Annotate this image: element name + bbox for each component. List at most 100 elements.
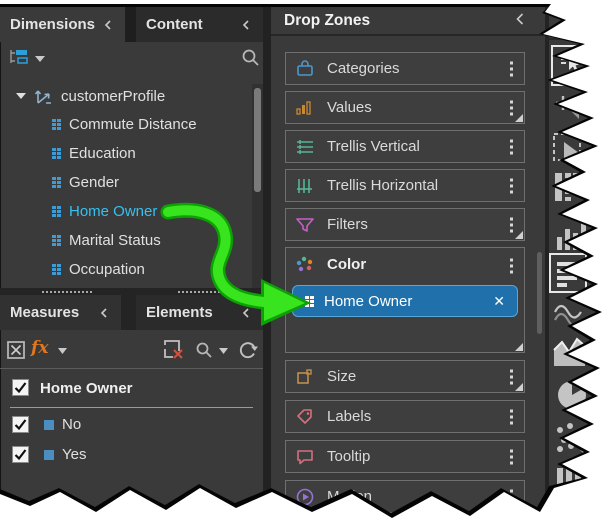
divider <box>545 38 612 40</box>
value-label-yes: Yes <box>62 446 86 463</box>
add-icon[interactable] <box>554 94 580 120</box>
collapse-icon[interactable] <box>99 308 109 318</box>
dimension-axis-icon <box>34 87 53 105</box>
field-grid-icon <box>52 148 61 159</box>
drop-zone-tooltip[interactable]: Tooltip <box>285 440 525 473</box>
checkbox-no[interactable] <box>12 416 29 433</box>
check-icon <box>13 417 28 432</box>
tab-elements[interactable]: Elements <box>136 295 263 330</box>
checkbox-home-owner[interactable] <box>12 379 29 396</box>
drop-zone-filters[interactable]: Filters <box>285 208 525 241</box>
tree-item-label: Marital Status <box>69 232 161 249</box>
kebab-menu-icon[interactable] <box>510 259 513 274</box>
trellis-horizontal-icon <box>295 176 315 196</box>
drop-zone-labels[interactable]: Labels <box>285 400 525 433</box>
labels-icon <box>295 407 315 427</box>
screenshot: Dimensions Content customerProfile <box>0 0 612 532</box>
drop-zone-label: Color <box>327 256 366 273</box>
kebab-menu-icon[interactable] <box>510 61 513 76</box>
app-window: Dimensions Content customerProfile <box>0 0 612 532</box>
collapse-icon[interactable] <box>241 308 251 318</box>
field-grid-icon <box>52 177 61 188</box>
drop-zone-label: Categories <box>327 60 400 77</box>
tree-node-root[interactable]: customerProfile <box>16 84 165 108</box>
caret-down-icon[interactable] <box>219 348 228 354</box>
expand-corner-icon[interactable] <box>515 231 523 239</box>
drop-zone-label: Size <box>327 368 356 385</box>
tab-dimensions[interactable]: Dimensions <box>0 7 125 42</box>
expand-corner-icon[interactable] <box>515 343 523 351</box>
check-icon <box>13 447 28 462</box>
perforation-mark <box>42 291 92 293</box>
drop-zone-trellis-horizontal[interactable]: Trellis Horizontal <box>285 169 525 202</box>
tab-content[interactable]: Content <box>136 7 263 42</box>
collapse-icon[interactable] <box>515 13 525 25</box>
drop-zone-label: Trellis Vertical <box>327 138 420 155</box>
kebab-menu-icon[interactable] <box>510 369 513 384</box>
drop-zone-label: Labels <box>327 408 371 425</box>
tree-root-label: customerProfile <box>61 88 165 105</box>
caret-down-icon[interactable] <box>35 56 45 62</box>
collapse-icon[interactable] <box>103 20 113 30</box>
field-grid-icon <box>305 296 314 307</box>
caret-down-icon[interactable] <box>58 348 67 354</box>
expand-corner-icon[interactable] <box>515 383 523 391</box>
tree-item-label: Occupation <box>69 261 145 278</box>
tab-measures[interactable]: Measures <box>0 295 121 330</box>
collapse-icon[interactable] <box>241 20 251 30</box>
perforation-mark <box>380 2 428 4</box>
tree-item-marital-status[interactable]: Marital Status <box>52 228 161 252</box>
values-icon <box>295 98 315 118</box>
drop-zone-trellis-vertical[interactable]: Trellis Vertical <box>285 130 525 163</box>
expand-corner-icon[interactable] <box>515 114 523 122</box>
drop-zones-scrollbar-thumb[interactable] <box>537 252 542 334</box>
size-icon <box>295 367 315 387</box>
tab-dimensions-label: Dimensions <box>10 16 95 33</box>
kebab-menu-icon[interactable] <box>510 217 513 232</box>
kebab-menu-icon[interactable] <box>510 449 513 464</box>
expand-caret-icon[interactable] <box>16 93 26 99</box>
chip-remove-icon[interactable]: ✕ <box>493 293 505 310</box>
tree-item-label: Home Owner <box>69 203 157 220</box>
kebab-menu-icon[interactable] <box>510 178 513 193</box>
checkbox-yes[interactable] <box>12 446 29 463</box>
fx-icon[interactable]: fx <box>31 338 48 358</box>
marquee-select-icon[interactable] <box>552 132 584 166</box>
tree-item-education[interactable]: Education <box>52 141 136 165</box>
perforation-mark <box>40 2 80 4</box>
field-grid-icon <box>52 235 61 246</box>
tab-elements-label: Elements <box>146 304 213 321</box>
value-color-swatch <box>44 450 54 460</box>
tree-scrollbar-thumb[interactable] <box>254 88 261 192</box>
kebab-menu-icon[interactable] <box>510 100 513 115</box>
drop-zone-size[interactable]: Size <box>285 360 525 393</box>
kebab-menu-icon[interactable] <box>510 139 513 154</box>
select-all-icon[interactable] <box>7 341 25 359</box>
tree-item-gender[interactable]: Gender <box>52 170 119 194</box>
refresh-icon[interactable] <box>238 340 258 360</box>
search-icon[interactable] <box>195 341 213 359</box>
panel-divider <box>263 4 271 532</box>
tree-item-commute-distance[interactable]: Commute Distance <box>52 112 197 136</box>
chip-label: Home Owner <box>324 293 493 310</box>
divider <box>0 368 263 369</box>
kebab-menu-icon[interactable] <box>510 409 513 424</box>
drop-zone-values[interactable]: Values <box>285 91 525 124</box>
color-icon <box>295 255 315 275</box>
tree-item-label: Education <box>69 145 136 162</box>
tree-item-home-owner[interactable]: Home Owner <box>52 199 157 223</box>
hierarchy-icon[interactable] <box>9 49 29 66</box>
color-chip-home-owner[interactable]: Home Owner ✕ <box>292 285 518 317</box>
tab-content-label: Content <box>146 16 203 33</box>
filters-icon <box>295 215 315 235</box>
drop-zone-label: Tooltip <box>327 448 370 465</box>
value-color-swatch <box>44 420 54 430</box>
field-grid-icon <box>52 264 61 275</box>
drop-zone-label: Filters <box>327 216 368 233</box>
drop-zone-categories[interactable]: Categories <box>285 52 525 85</box>
info-icon[interactable] <box>566 9 590 33</box>
field-grid-icon <box>52 119 61 130</box>
tree-item-occupation[interactable]: Occupation <box>52 257 145 281</box>
search-icon[interactable] <box>241 48 260 67</box>
clear-selection-icon[interactable] <box>164 340 186 360</box>
